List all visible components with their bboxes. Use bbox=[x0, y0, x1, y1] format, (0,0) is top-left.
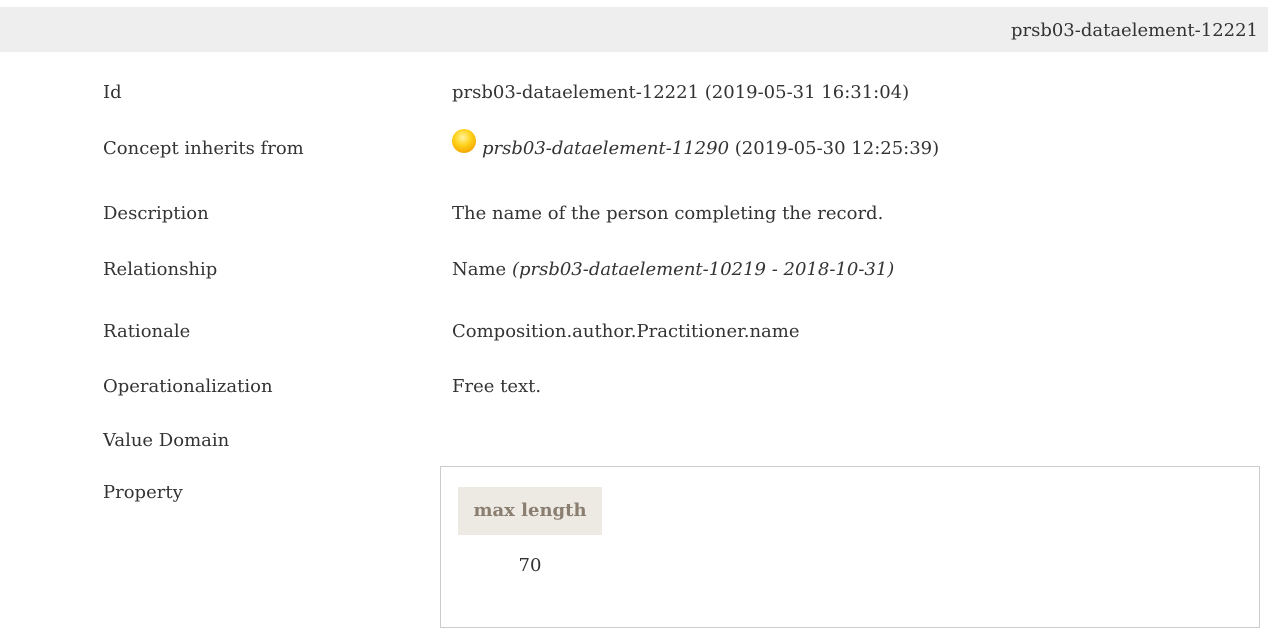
relationship-name: Name bbox=[452, 259, 507, 280]
description-label: Description bbox=[103, 203, 209, 224]
operationalization-value: Free text. bbox=[452, 376, 542, 397]
yellow-orb-icon bbox=[452, 129, 476, 153]
relationship-value: Name (prsb03-dataelement-10219 - 2018-10… bbox=[452, 259, 894, 280]
value-domain-label: Value Domain bbox=[103, 430, 230, 451]
header-bar: prsb03-dataelement-12221 bbox=[0, 7, 1268, 52]
property-column-header: max length bbox=[458, 487, 602, 535]
inherits-value: prsb03-dataelement-11290 (2019-05-30 12:… bbox=[452, 129, 940, 162]
operationalization-label: Operationalization bbox=[103, 376, 273, 397]
id-label: Id bbox=[103, 82, 122, 103]
relationship-label: Relationship bbox=[103, 259, 218, 280]
inherits-date: (2019-05-30 12:25:39) bbox=[729, 138, 940, 159]
id-value: prsb03-dataelement-12221 (2019-05-31 16:… bbox=[452, 82, 910, 103]
rationale-label: Rationale bbox=[103, 321, 191, 342]
inherits-ref-link[interactable]: prsb03-dataelement-11290 bbox=[482, 138, 729, 159]
description-value: The name of the person completing the re… bbox=[452, 203, 884, 224]
property-table: max length 70 bbox=[440, 466, 1260, 628]
header-concept-id: prsb03-dataelement-12221 bbox=[1010, 20, 1258, 41]
rationale-value: Composition.author.Practitioner.name bbox=[452, 321, 800, 342]
relationship-ref: (prsb03-dataelement-10219 - 2018-10-31) bbox=[511, 259, 895, 280]
inherits-label: Concept inherits from bbox=[103, 138, 304, 159]
property-column-value: 70 bbox=[518, 555, 542, 576]
property-label: Property bbox=[103, 482, 183, 503]
